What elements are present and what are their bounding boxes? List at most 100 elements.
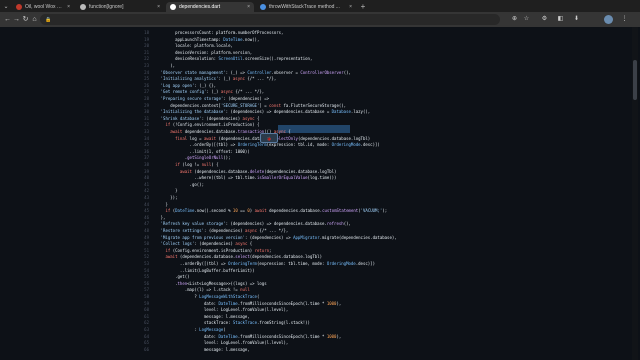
tab-strip: ⌄ Oil, wool Wox ape ваш Нужбаасс... × fu… [0,0,640,12]
scrollbar-thumb[interactable] [633,60,637,100]
close-icon[interactable]: × [157,4,160,10]
address-bar[interactable]: 🔒 [40,14,500,25]
code-token: final [175,135,188,141]
code-token: 'Restore settings' [160,228,204,233]
code-token: ); [382,208,388,214]
code-token: : (dependencies) [201,115,243,121]
profile-avatar[interactable] [604,15,613,24]
new-tab-button[interactable]: + [358,2,368,12]
reload-icon[interactable]: ↻ [21,15,30,24]
home-icon[interactable]: ⌂ [30,15,39,24]
code-token: (dependencies.database.logTbl) [264,168,337,174]
code-token: .lazy(), [350,109,371,115]
code-token: null [240,287,250,293]
code-token: ..where((tbl) => tbl.time. [151,175,257,181]
line-number-gutter: 18 19 20 21 22 23 24 25 26 27 28 29 30 31 32 33 34 35 36 37… [137,27,149,360]
tab-oil[interactable]: Oil, wool Wox ape ваш Нужбаасс... × [12,2,74,12]
code-token: await [170,129,183,134]
code-token: date: [151,333,219,339]
code-token: level: LogLevel.fromValue(l.level), [151,340,289,346]
code-token: (); [223,155,231,161]
code-token: .map((l) => l.stack != [151,287,241,293]
favicon-icon [16,4,22,10]
code-token: dependencies.database. [182,129,238,134]
code-token: 1000 [326,333,337,339]
code-token: : (dependencies) => dependencies.databas… [225,109,332,115]
code-token: : (_) => [225,69,248,75]
code-token: .desc)]) [355,261,375,266]
code-token: (log.time))) [307,175,337,181]
code-token: AppMigrator [293,234,320,240]
close-icon[interactable]: × [67,4,70,10]
tab-function-ignore[interactable]: function[Ignore] × [76,2,164,12]
code-token: : (_) [218,76,233,82]
code-token: (log != [179,162,202,167]
extensions-icon[interactable]: ⚙ [540,15,549,24]
code-token: await [165,254,178,260]
code-token: async [232,76,245,82]
code-token: Controller [247,69,272,75]
back-icon[interactable]: ← [3,15,12,24]
code-token: .fromMillisecondsSinceEpoch(l.time * [237,333,327,339]
code-token: .observer = [271,69,301,75]
code-token: DateTime [218,333,238,339]
close-icon[interactable]: × [247,4,250,10]
code-token: OrderingTerm [228,261,257,266]
debug-hover-icon[interactable]: 🐞 [260,133,278,143]
code-token: async [242,115,255,121]
tab-throw-with-stacktrace[interactable]: throwWithStackTrace method ... × [256,2,356,12]
code-token: }, [151,214,166,220]
tab-dependencies-dart[interactable]: dependencies.dart × [166,2,254,12]
code-token: ), [336,333,342,339]
code-token: (dependencies.database.logTbl) [297,135,371,141]
menu-icon[interactable]: ⋮ [620,15,629,24]
code-token: refresh [326,221,344,227]
download-icon[interactable]: ⬇ [572,15,581,24]
code-token: DateTime [218,300,238,306]
code-token: DateTime [223,36,243,42]
code-token: 'Migrate app from previous version' [160,234,245,240]
code-line[interactable]: message: l.message, [151,346,621,354]
code-token: ..orderBy([(tbl) => [151,261,229,266]
code-token: 'Shrink database' [160,115,202,121]
github-icon [80,4,86,10]
code-token: Database [331,109,351,115]
close-icon[interactable]: × [349,4,352,10]
sidepanel-icon[interactable]: ◧ [556,15,565,24]
tab-search-icon[interactable]: ⌄ [2,3,10,11]
code-token: ) { [211,162,219,167]
lock-icon: 🔒 [45,16,52,23]
code-token: }); [151,195,178,200]
code-token: {/* ... */}, [244,76,277,82]
code-token: async [235,241,248,247]
code-token: ..limit(LogBuffer.bufferLimit)) [151,267,255,273]
code-token: date: [151,300,219,306]
code-token: 'Get remote config' [160,89,207,95]
code-editor[interactable]: 18 19 20 21 22 23 24 25 26 27 28 29 30 31 32 33 34 35 36 37… [0,27,640,360]
code-token: (dependencies.database. [177,254,236,260]
code-token: ; [269,247,272,253]
code-token: await [179,168,192,174]
code-token: customStatement [322,208,359,214]
code-token: .go(); [151,181,204,187]
code-token: (), [343,69,351,75]
code-token: .desc)]) [360,142,380,148]
forward-icon[interactable]: → [12,15,21,24]
zoom-icon[interactable]: ⊕ [510,15,519,24]
code-token: ControllerObserver [300,69,344,75]
code-token: : (dependencies) => [244,234,294,240]
code-lines[interactable]: processorsCount: platform.numberOfProces… [151,27,621,360]
bookmark-star-icon[interactable]: ☆ [522,15,531,24]
code-token: isSmallerOrEqualValue [256,175,308,181]
